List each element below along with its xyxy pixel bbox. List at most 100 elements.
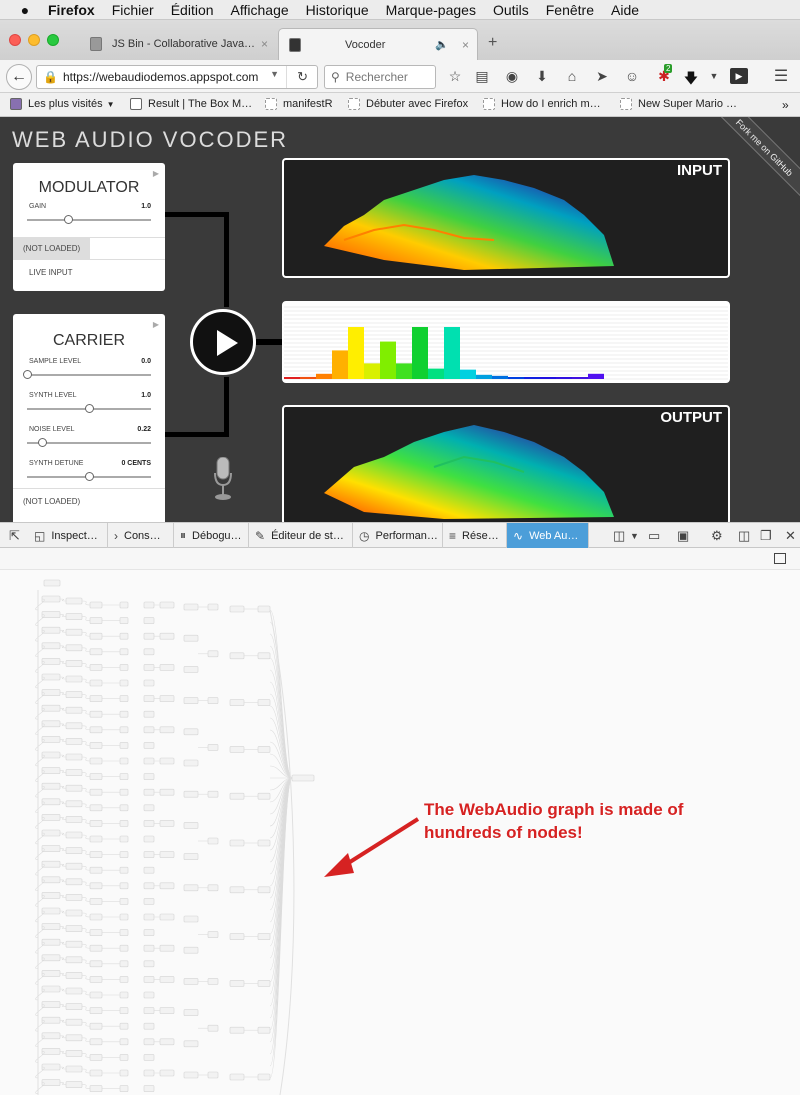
audio-node[interactable] (41, 1079, 61, 1086)
audio-node[interactable] (119, 944, 129, 952)
audio-node[interactable] (65, 925, 83, 932)
audio-node[interactable] (183, 634, 199, 642)
scratchpad-icon[interactable]: ▣ (677, 528, 689, 544)
audio-node[interactable] (65, 691, 83, 698)
url-bar[interactable]: 🔒 https://webaudiodemos.appspot.com ▼ ↻ (36, 65, 318, 89)
search-input[interactable]: ⚲ Rechercher (324, 65, 436, 89)
audio-node[interactable] (143, 913, 155, 921)
audio-node[interactable] (89, 898, 103, 905)
audio-node[interactable] (41, 892, 61, 899)
audio-node[interactable] (41, 704, 61, 712)
audio-node[interactable] (143, 1085, 155, 1092)
audio-node[interactable] (143, 851, 155, 858)
audio-node[interactable] (89, 648, 103, 656)
audio-node[interactable] (41, 720, 61, 728)
audio-node[interactable] (41, 595, 61, 603)
audio-node[interactable] (119, 757, 129, 765)
audio-node[interactable] (41, 907, 61, 915)
audio-node[interactable] (143, 664, 155, 671)
responsive-mode-icon[interactable]: ▭ (648, 528, 660, 544)
audio-node[interactable] (159, 757, 175, 765)
audio-node[interactable] (119, 835, 129, 843)
bookmark-manifestr[interactable]: manifestR (265, 98, 333, 110)
audio-node[interactable] (65, 784, 83, 792)
audio-node[interactable] (229, 980, 245, 987)
audio-node[interactable] (119, 991, 129, 999)
audio-node[interactable] (41, 1001, 61, 1008)
audio-node[interactable] (89, 695, 103, 702)
speaker-icon[interactable]: 🔈 (435, 38, 449, 51)
audio-node[interactable] (207, 697, 219, 704)
audio-node[interactable] (119, 695, 129, 702)
close-icon[interactable]: ✕ (785, 528, 796, 544)
audio-node[interactable] (207, 1071, 219, 1079)
modulator-not-loaded[interactable]: (NOT LOADED) (13, 238, 91, 259)
audio-node[interactable] (143, 695, 155, 702)
menu-affichage[interactable]: Affichage (231, 2, 289, 18)
devtools-tab-5[interactable]: ≡ Rése… (443, 523, 507, 548)
audio-node[interactable] (65, 847, 83, 854)
audio-node[interactable] (89, 882, 103, 890)
tab-vocoder[interactable]: Vocoder 🔈 × (278, 28, 478, 60)
audio-node[interactable] (143, 898, 155, 905)
audio-node[interactable] (65, 894, 83, 901)
audio-node[interactable] (143, 710, 155, 718)
split-console-icon[interactable]: ◫ (613, 528, 625, 544)
bookmarks-overflow-icon[interactable]: » (782, 98, 789, 112)
audio-node[interactable] (65, 956, 83, 964)
audio-node[interactable] (89, 742, 103, 749)
devtools-tab-1[interactable]: › Cons… (108, 523, 174, 548)
audio-node[interactable] (159, 882, 175, 890)
carrier-slider-noise-level[interactable]: NOISE LEVEL 0.22 (27, 426, 151, 460)
audio-node[interactable] (159, 944, 175, 952)
audio-node[interactable] (65, 644, 83, 652)
audio-node[interactable] (119, 648, 129, 656)
audio-node[interactable] (119, 820, 129, 827)
audio-node[interactable] (183, 1009, 199, 1016)
audio-node[interactable] (143, 726, 155, 734)
chevron-down-icon[interactable]: ▼ (630, 531, 639, 541)
audio-node[interactable] (229, 886, 245, 894)
audio-node[interactable] (119, 882, 129, 890)
carrier-slider-synth-level[interactable]: SYNTH LEVEL 1.0 (27, 392, 151, 426)
audio-node[interactable] (65, 753, 83, 761)
audio-node[interactable] (143, 1069, 155, 1077)
audio-node[interactable] (43, 579, 61, 587)
audio-node[interactable] (183, 853, 199, 860)
audio-node[interactable] (229, 1026, 245, 1034)
gain-slider[interactable]: GAIN 1.0 (27, 203, 151, 237)
audio-node[interactable] (159, 695, 175, 702)
audio-node[interactable] (229, 699, 245, 706)
play-button[interactable] (190, 309, 256, 375)
audio-node[interactable] (119, 1007, 129, 1014)
tab-jsbin[interactable]: JS Bin - Collaborative Java… × (80, 28, 276, 60)
audio-node[interactable] (183, 915, 199, 923)
menu-fichier[interactable]: Fichier (112, 2, 154, 18)
audio-node[interactable] (65, 722, 83, 730)
audio-node[interactable] (65, 862, 83, 870)
audio-node[interactable] (257, 605, 271, 613)
audio-node[interactable] (41, 611, 61, 618)
audio-node[interactable] (159, 913, 175, 921)
carrier-slider-sample-level[interactable]: SAMPLE LEVEL 0.0 (23, 358, 151, 392)
audio-node[interactable] (119, 960, 129, 968)
audio-node[interactable] (89, 851, 103, 858)
audio-node[interactable] (119, 1054, 129, 1061)
audio-node[interactable] (41, 751, 61, 759)
audio-node[interactable] (65, 1081, 83, 1088)
audio-node[interactable] (65, 597, 83, 605)
audio-node[interactable] (89, 929, 103, 936)
download-arrow-icon[interactable]: 🡇 (682, 68, 700, 92)
slider-knob[interactable] (85, 404, 94, 413)
audio-node[interactable] (207, 837, 219, 845)
pocket-icon[interactable]: ◉ (503, 68, 521, 85)
close-tab-icon[interactable]: × (462, 38, 469, 52)
audio-node[interactable] (159, 632, 175, 640)
audio-node[interactable] (41, 829, 61, 837)
audio-node[interactable] (119, 851, 129, 858)
audio-node[interactable] (143, 960, 155, 968)
audio-node[interactable] (119, 929, 129, 936)
audio-node[interactable] (257, 886, 271, 894)
audio-node[interactable] (183, 946, 199, 954)
audio-node[interactable] (143, 1022, 155, 1030)
